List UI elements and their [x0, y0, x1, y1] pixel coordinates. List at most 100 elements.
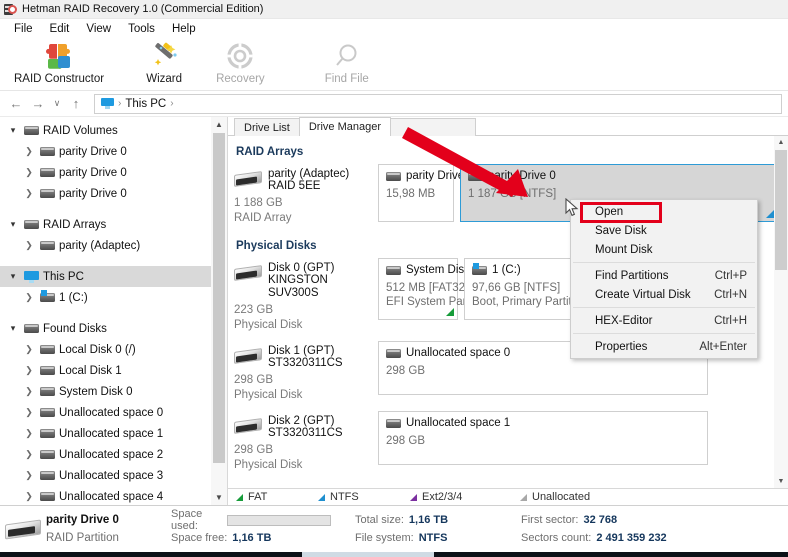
status-total-size-label: Total size: — [355, 514, 404, 526]
partition-size: 298 GB — [386, 435, 425, 447]
partition-tile[interactable]: parity Drive 15,98 MB — [378, 164, 464, 222]
context-menu[interactable]: Open Save Disk Mount Disk Find Partition… — [570, 199, 758, 359]
chevron-right-icon[interactable]: ❯ — [22, 470, 36, 481]
recovery-button[interactable]: Recovery — [206, 39, 275, 85]
tab-drive-list[interactable]: Drive List — [234, 118, 300, 136]
find-file-label: Find File — [324, 73, 369, 85]
wizard-button[interactable]: Wizard — [134, 39, 194, 85]
drive-icon — [40, 189, 55, 198]
breadcrumb-path[interactable]: This PC — [125, 98, 166, 110]
context-menu-item-hex-editor[interactable]: HEX-Editor Ctrl+H — [571, 311, 757, 330]
sidebar-scrollbar[interactable]: ▲ ▼ — [211, 117, 227, 505]
disk-name: Disk 0 (GPT) — [268, 262, 335, 274]
chevron-right-icon[interactable]: ❯ — [22, 146, 36, 157]
menu-edit[interactable]: Edit — [42, 21, 78, 37]
sidebar-item-unallocated-space-0[interactable]: ❯ Unallocated space 0 — [0, 402, 227, 423]
title-bar: Hetman RAID Recovery 1.0 (Commercial Edi… — [0, 0, 788, 19]
drive-icon — [40, 492, 55, 501]
sidebar-item-parity-drive-0-c[interactable]: ❯ parity Drive 0 — [0, 183, 227, 204]
chevron-right-icon[interactable]: ❯ — [22, 292, 36, 303]
breadcrumb-separator-2[interactable]: › — [170, 98, 173, 109]
scroll-up-icon[interactable]: ▲ — [774, 136, 788, 149]
sidebar-item-unallocated-space-4[interactable]: ❯ Unallocated space 4 — [0, 486, 227, 505]
disk-info: Disk 0 (GPT) KINGSTON SUV300S 223 GB Phy… — [234, 258, 378, 333]
this-pc-icon — [24, 270, 39, 283]
legend-item-ntfs: NTFS — [318, 491, 410, 503]
chevron-right-icon[interactable]: ❯ — [22, 428, 36, 439]
sidebar-item-raid-volumes[interactable]: ▾ RAID Volumes — [0, 120, 227, 141]
disk-info: Disk 2 (GPT) ST3320311CS 298 GB Physical… — [234, 411, 378, 473]
chevron-right-icon[interactable]: ❯ — [22, 407, 36, 418]
chevron-right-icon[interactable]: ❯ — [22, 344, 36, 355]
chevron-right-icon[interactable]: ❯ — [22, 188, 36, 199]
sidebar-item-unallocated-space-1[interactable]: ❯ Unallocated space 1 — [0, 423, 227, 444]
back-button[interactable]: ← — [6, 94, 26, 114]
context-menu-label: Properties — [595, 340, 648, 353]
sidebar-item-parity-drive-0-b[interactable]: ❯ parity Drive 0 — [0, 162, 227, 183]
sidebar-item-unallocated-space-2[interactable]: ❯ Unallocated space 2 — [0, 444, 227, 465]
sidebar-item-raid-arrays[interactable]: ▾ RAID Arrays — [0, 214, 227, 235]
legend-label: NTFS — [330, 491, 359, 503]
partition-tile[interactable]: System Disk 512 MB [FAT32] EFI System Pa… — [378, 258, 473, 320]
menu-tools[interactable]: Tools — [120, 21, 163, 37]
scroll-down-icon[interactable]: ▼ — [774, 475, 788, 488]
menu-view[interactable]: View — [78, 21, 119, 37]
context-menu-item-create-virtual-disk[interactable]: Create Virtual Disk Ctrl+N — [571, 285, 757, 304]
drive-icon — [40, 408, 55, 417]
sidebar-scrollbar-thumb[interactable] — [213, 133, 225, 463]
chevron-right-icon[interactable]: ❯ — [22, 365, 36, 376]
partition-tile[interactable]: Unallocated space 1 298 GB — [378, 411, 708, 465]
fat-marker-icon — [236, 493, 243, 501]
disk-name: Disk 1 (GPT) — [268, 345, 335, 357]
magic-wand-icon — [149, 41, 179, 71]
sidebar-item-system-disk-0[interactable]: ❯ System Disk 0 — [0, 381, 227, 402]
drive-icon — [386, 348, 401, 358]
chevron-down-icon[interactable]: ▾ — [6, 219, 20, 230]
sidebar-item-this-pc[interactable]: ▾ This PC — [0, 266, 227, 287]
disk-size: 223 GB — [234, 304, 273, 316]
chevron-right-icon[interactable]: ❯ — [22, 240, 36, 251]
sidebar-item-local-disk-1[interactable]: ❯ Local Disk 1 — [0, 360, 227, 381]
scroll-up-icon[interactable]: ▲ — [211, 117, 227, 132]
find-file-button[interactable]: Find File — [315, 39, 379, 85]
sidebar-item-drive-c[interactable]: ❯ 1 (C:) — [0, 287, 227, 308]
raid-constructor-button[interactable]: RAID Constructor — [4, 39, 114, 85]
forward-button[interactable]: → — [28, 94, 48, 114]
menu-file[interactable]: File — [6, 21, 41, 37]
sidebar-item-local-disk-0[interactable]: ❯ Local Disk 0 (/) — [0, 339, 227, 360]
chevron-right-icon[interactable]: ❯ — [22, 491, 36, 502]
history-dropdown-icon[interactable]: ∨ — [50, 94, 64, 114]
chevron-right-icon[interactable]: ❯ — [22, 386, 36, 397]
context-menu-item-mount-disk[interactable]: Mount Disk — [571, 240, 757, 259]
scroll-down-icon[interactable]: ▼ — [211, 490, 227, 505]
sidebar-item-found-disks[interactable]: ▾ Found Disks — [0, 318, 227, 339]
tab-drive-manager[interactable]: Drive Manager — [298, 117, 391, 136]
sidebar-item-unallocated-space-3[interactable]: ❯ Unallocated space 3 — [0, 465, 227, 486]
breadcrumb[interactable]: › This PC › — [94, 93, 782, 114]
context-menu-item-find-partitions[interactable]: Find Partitions Ctrl+P — [571, 266, 757, 285]
chevron-right-icon[interactable]: ❯ — [22, 449, 36, 460]
drive-flag-icon — [40, 290, 55, 302]
context-menu-item-properties[interactable]: Properties Alt+Enter — [571, 337, 757, 356]
unallocated-marker-icon — [520, 493, 527, 501]
partition-name: 1 (C:) — [492, 264, 521, 276]
status-identity: parity Drive 0 RAID Partition — [46, 514, 171, 545]
sidebar-item-parity-adaptec[interactable]: ❯ parity (Adaptec) — [0, 235, 227, 256]
main-scrollbar[interactable]: ▲ ▼ — [774, 136, 788, 488]
drive-icon — [24, 220, 39, 229]
chevron-right-icon[interactable]: ❯ — [22, 167, 36, 178]
partition-type: EFI System Parti — [386, 296, 473, 308]
context-menu-label: Open — [595, 205, 624, 218]
up-button[interactable]: ↑ — [66, 94, 86, 114]
chevron-down-icon[interactable]: ▾ — [6, 323, 20, 334]
chevron-down-icon[interactable]: ▾ — [6, 271, 20, 282]
tab-filler — [389, 118, 476, 136]
ext-marker-icon — [410, 493, 417, 501]
main-scrollbar-thumb[interactable] — [775, 150, 787, 270]
context-menu-item-save-disk[interactable]: Save Disk — [571, 221, 757, 240]
puzzle-icon — [44, 41, 74, 71]
context-menu-item-open[interactable]: Open — [571, 202, 757, 221]
menu-help[interactable]: Help — [164, 21, 204, 37]
sidebar-item-parity-drive-0-a[interactable]: ❯ parity Drive 0 — [0, 141, 227, 162]
chevron-down-icon[interactable]: ▾ — [6, 125, 20, 136]
